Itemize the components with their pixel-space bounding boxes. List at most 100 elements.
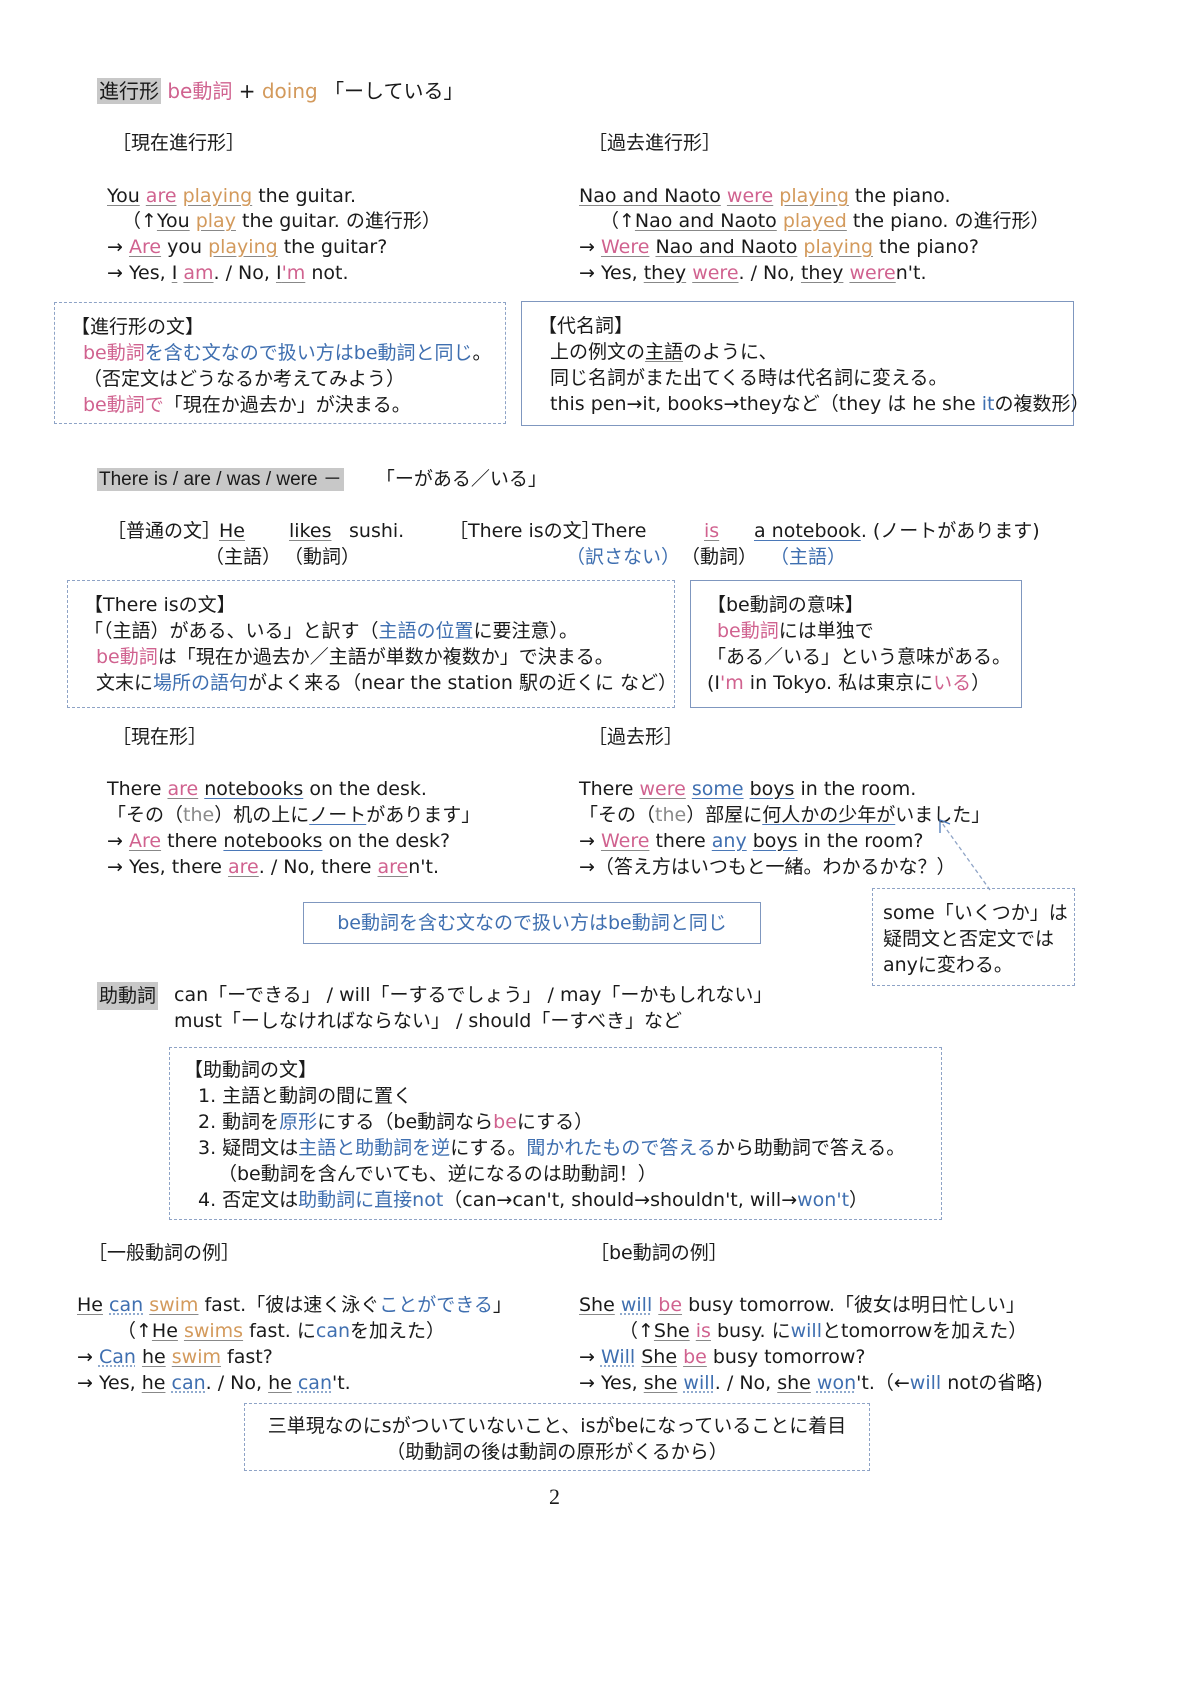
subject-noun: boys	[752, 830, 798, 852]
box-line: be動詞は「現在か過去か／主語が単数か複数か」で決まる。	[96, 643, 614, 671]
text: . / No,	[213, 262, 276, 284]
text: にする）	[516, 1111, 594, 1133]
text: にする。	[450, 1137, 527, 1159]
modal: can	[171, 1372, 206, 1394]
pronoun-note-box: 【代名詞】 上の例文の主語のように、 同じ名詞がまた出てくる時は代名詞に変える。…	[521, 301, 1089, 426]
example-line: → Can he swim fast?	[77, 1344, 273, 1370]
text: . / No,	[714, 1372, 778, 1394]
box-line: this pen→it, books→theyなど（they は he she …	[550, 390, 1089, 418]
subject: he	[141, 1346, 166, 1368]
text: 」	[492, 1294, 512, 1316]
there-is-heading: There is / are / was / were － 「ーがある／いる」	[97, 466, 547, 493]
connector-arrow-icon	[939, 819, 991, 891]
example-line: → Were there any boys in the room?	[579, 828, 923, 854]
example-line: → Yes, she will. / No, she won't.（←will …	[579, 1370, 1043, 1396]
subject-noun: a notebook	[754, 520, 861, 542]
normal-label: ［普通の文］	[107, 520, 222, 542]
callout-line: anyに変わる。	[883, 954, 1013, 976]
be-verb-rule-callout: be動詞を含む文なので扱い方はbe動詞と同じ	[303, 902, 761, 944]
text: → Yes,	[579, 262, 644, 284]
text: の複数形）	[994, 393, 1090, 415]
subject-you: You	[107, 185, 140, 207]
be-verb: be	[493, 1111, 517, 1133]
example-line: → Yes, there are. / No, there aren't.	[107, 854, 439, 880]
be-verb: be動詞	[717, 620, 779, 642]
highlight: 主語の位置	[378, 620, 474, 642]
box-title: 【There isの文】	[84, 594, 236, 616]
present-progressive-title: ［現在進行形］	[112, 132, 246, 154]
the-note: the	[655, 804, 687, 826]
highlight: を含む文なので扱い方はbe動詞と同じ	[144, 342, 473, 364]
there-label: ［There isの文］	[449, 520, 601, 542]
example-line: 「その（the）部屋に何人かの少年がいました」	[579, 802, 990, 828]
text: this pen→it, books→theyなど（they は he she	[550, 393, 982, 415]
there-word: There	[592, 520, 647, 542]
verb-ing: playing	[803, 236, 873, 258]
general-verb-example-title: ［一般動詞の例］	[88, 1242, 241, 1264]
text: 2. 動詞を	[198, 1111, 280, 1133]
example-line: She will be busy tomorrow.「彼女は明日忙しい」	[579, 1292, 1025, 1318]
verb-ing: playing	[779, 185, 849, 207]
rest: the guitar?	[277, 236, 388, 258]
be-verb: were	[849, 262, 896, 284]
text: . / No,	[205, 1372, 269, 1394]
highlight: 場所の語句	[153, 672, 249, 694]
modal: Can	[98, 1346, 136, 1368]
be-verb: be動詞	[83, 342, 145, 364]
callout-text: be動詞を含む文なので扱い方はbe動詞と同じ	[337, 912, 727, 934]
example-line: → Will She be busy tomorrow?	[579, 1344, 865, 1370]
box-line: be動詞には単独で	[717, 617, 874, 645]
subject: you	[161, 236, 209, 258]
highlight: 聞かれたもので答える	[526, 1137, 716, 1159]
label-verb: （動詞）	[681, 546, 758, 568]
arrow: →	[579, 1346, 601, 1368]
text: There	[107, 778, 168, 800]
box-line: 文末に場所の語句がよく来る（near the station 駅の近くに など）	[96, 669, 677, 697]
past-title: ［過去形］	[588, 726, 684, 748]
be-verb: be動詞で	[83, 394, 164, 416]
box-title: 【進行形の文】	[71, 316, 205, 338]
there-is-meaning: 「ーがある／いる」	[375, 468, 547, 490]
example-line: （↑Nao and Naoto played the piano. の進行形）	[600, 208, 1049, 234]
text: notの省略)	[941, 1372, 1043, 1394]
arrow: →	[107, 236, 129, 258]
normal-sushi: sushi.	[349, 520, 405, 542]
text: （can→can't, should→shouldn't, will→	[443, 1189, 798, 1211]
modal: will	[683, 1372, 715, 1394]
example-line: → Are you playing the guitar?	[107, 234, 387, 260]
box-title: 【代名詞】	[538, 315, 634, 337]
arrow-note: （↑	[122, 210, 157, 232]
be-verb: am	[183, 262, 214, 284]
text: 4. 否定文は	[198, 1189, 299, 1211]
subject: She	[641, 1346, 678, 1368]
arrow-note: （↑	[600, 210, 635, 232]
there-object: a notebook. (ノートがあります)	[754, 518, 1040, 544]
verb: swim	[171, 1346, 221, 1368]
text: There	[579, 778, 640, 800]
text: in the room?	[797, 830, 924, 852]
subject-noun: 何人かの少年が	[762, 804, 896, 826]
example-line: （↑You play the guitar. の進行形）	[122, 208, 441, 234]
highlight: it	[981, 393, 995, 415]
example-line: → Are there notebooks on the desk?	[107, 828, 450, 854]
verb: played	[782, 210, 847, 232]
subject: she	[643, 1372, 678, 1394]
text: は「現在か過去か／主語が単数か複数か」で決まる。	[157, 646, 614, 668]
modal: will	[909, 1372, 942, 1394]
be-verb: is	[695, 1320, 711, 1342]
be-verb: いる	[933, 672, 972, 694]
callout-line: （助動詞の後は動詞の原形がくるから）	[386, 1441, 728, 1463]
subject: He	[77, 1294, 103, 1316]
highlight: won't	[797, 1189, 850, 1211]
text: 't.（←	[856, 1372, 910, 1394]
text: 。	[472, 342, 492, 364]
text: → Yes,	[77, 1372, 142, 1394]
be-verb-example-title: ［be動詞の例］	[590, 1242, 728, 1264]
modal: will	[790, 1320, 822, 1342]
quantifier: some	[691, 778, 744, 800]
verb-ing: playing	[182, 185, 253, 207]
text: (I	[707, 672, 721, 694]
modal-note-box: 【助動詞の文】 1. 主語と動詞の間に置く 2. 動詞を原形にする（be動詞なら…	[169, 1047, 942, 1220]
text: on the desk?	[322, 830, 451, 852]
example-line: You are playing the guitar.	[107, 183, 356, 209]
